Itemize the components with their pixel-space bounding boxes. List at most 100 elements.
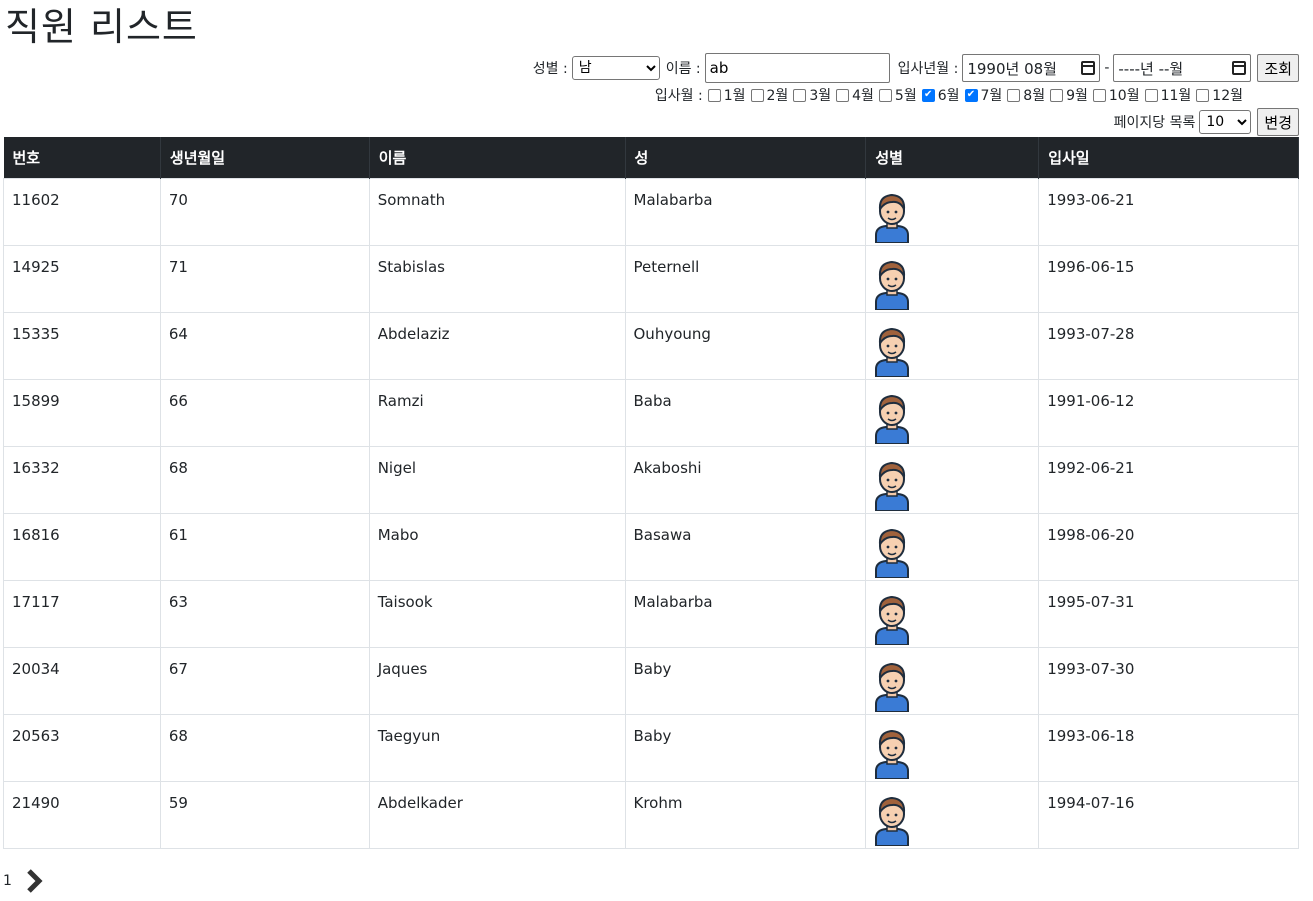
checkbox-unchecked-icon[interactable] <box>1196 88 1210 102</box>
cell-birth: 59 <box>159 780 370 849</box>
month-label: 5월 <box>894 88 917 104</box>
cell-number: 14925 <box>3 244 161 313</box>
cell-gender <box>865 378 1040 447</box>
cell-last-name: Malabarba <box>624 177 867 246</box>
cell-birth: 66 <box>159 378 370 447</box>
month-label: 4월 <box>852 88 874 104</box>
month-label: 6월 <box>937 88 960 104</box>
per-page-select[interactable]: 10 <box>1199 110 1252 134</box>
cell-first-name: Mabo <box>368 512 626 581</box>
cell-first-name: Jaques <box>368 646 626 715</box>
cell-hire-date: 1994-07-16 <box>1038 780 1299 849</box>
male-avatar-icon <box>875 461 910 511</box>
month-checkbox-2[interactable]: 2월 <box>750 85 788 105</box>
checkbox-unchecked-icon[interactable] <box>750 88 764 102</box>
male-avatar-icon <box>875 662 910 712</box>
header-hire-date: 입사일 <box>1038 137 1299 178</box>
hire-to-date-input[interactable]: ----년 --월 <box>1113 54 1252 82</box>
table-row: 15335 64 Abdelaziz Ouhyoung 1993-07-28 <box>3 311 1299 380</box>
checkbox-unchecked-icon[interactable] <box>878 88 892 102</box>
month-label: 9월 <box>1066 88 1088 104</box>
cell-birth: 64 <box>159 311 370 380</box>
checkbox-unchecked-icon[interactable] <box>707 88 721 102</box>
name-label: 이름 : <box>665 61 701 77</box>
cell-first-name: Nigel <box>368 445 626 514</box>
cell-number: 15335 <box>3 311 161 380</box>
range-separator: - <box>1104 60 1110 76</box>
header-birth: 생년월일 <box>160 137 370 178</box>
male-avatar-icon <box>875 193 910 243</box>
hire-from-date-input[interactable]: 1990년 08월 <box>962 54 1101 82</box>
checkbox-unchecked-icon[interactable] <box>1007 88 1021 102</box>
header-last-name: 성 <box>625 137 867 178</box>
cell-hire-date: 1995-07-31 <box>1038 579 1299 648</box>
gender-select[interactable]: 남 <box>571 56 660 80</box>
header-number: 번호 <box>3 137 161 178</box>
checkbox-unchecked-icon[interactable] <box>793 88 807 102</box>
checkbox-unchecked-icon[interactable] <box>1050 88 1064 102</box>
cell-number: 21490 <box>3 780 161 849</box>
cell-birth: 67 <box>159 646 370 715</box>
table-row: 20563 68 Taegyun Baby 1993-06-18 <box>3 713 1299 782</box>
male-avatar-icon <box>875 595 910 645</box>
table-row: 17117 63 Taisook Malabarba 1995-07-31 <box>3 579 1299 648</box>
checkbox-checked-icon[interactable]: ✔ <box>921 88 935 102</box>
cell-first-name: Stabislas <box>368 244 626 313</box>
month-label: 8월 <box>1023 88 1046 104</box>
gender-label: 성별 : <box>532 61 568 77</box>
month-checkbox-list: 1월 2월 3월 4월 5월 ✔ 6월 ✔ 7월 8월 9월 10월 11월 12월 <box>703 85 1243 105</box>
checkbox-unchecked-icon[interactable] <box>836 88 850 102</box>
cell-number: 17117 <box>3 579 161 648</box>
cell-birth: 63 <box>159 579 370 648</box>
table-row: 21490 59 Abdelkader Krohm 1994-07-16 <box>3 780 1299 849</box>
month-checkbox-9[interactable]: 9월 <box>1050 85 1088 105</box>
cell-number: 16332 <box>3 445 161 514</box>
search-button[interactable]: 조회 <box>1257 54 1299 82</box>
cell-hire-date: 1993-06-21 <box>1038 177 1299 246</box>
cell-last-name: Baby <box>624 713 867 782</box>
cell-hire-date: 1993-06-18 <box>1038 713 1299 782</box>
header-first-name: 이름 <box>369 137 626 178</box>
month-checkbox-10[interactable]: 10월 <box>1092 85 1140 105</box>
per-page-label: 페이지당 목록 <box>1113 115 1196 131</box>
checkbox-unchecked-icon[interactable] <box>1092 88 1106 102</box>
calendar-icon[interactable] <box>1232 61 1247 75</box>
cell-last-name: Peternell <box>624 244 867 313</box>
table-header-row: 번호 생년월일 이름 성 성별 입사일 <box>3 137 1299 178</box>
pagination: 1 <box>3 868 44 894</box>
cell-first-name: Taisook <box>368 579 626 648</box>
table-row: 20034 67 Jaques Baby 1993-07-30 <box>3 646 1299 715</box>
change-button[interactable]: 변경 <box>1257 108 1299 136</box>
male-avatar-icon <box>875 260 910 310</box>
search-filter-row: 성별 : 남 이름 : 입사년월 : 1990년 08월 - ----년 --월… <box>527 53 1299 83</box>
chevron-right-icon[interactable] <box>24 868 44 894</box>
month-checkbox-12[interactable]: 12월 <box>1196 85 1243 105</box>
calendar-icon[interactable] <box>1081 61 1096 75</box>
checkbox-unchecked-icon[interactable] <box>1144 88 1158 102</box>
month-checkbox-5[interactable]: 5월 <box>878 85 917 105</box>
month-checkbox-6[interactable]: ✔ 6월 <box>921 85 960 105</box>
male-avatar-icon <box>875 729 910 779</box>
month-checkbox-3[interactable]: 3월 <box>793 85 831 105</box>
cell-hire-date: 1998-06-20 <box>1038 512 1299 581</box>
cell-gender <box>865 780 1040 849</box>
cell-birth: 61 <box>159 512 370 581</box>
per-page-row: 페이지당 목록 10 변경 <box>1108 108 1299 136</box>
month-checkbox-11[interactable]: 11월 <box>1144 85 1191 105</box>
month-checkbox-8[interactable]: 8월 <box>1007 85 1045 105</box>
cell-last-name: Baby <box>624 646 867 715</box>
month-checkbox-1[interactable]: 1월 <box>707 85 746 105</box>
cell-hire-date: 1993-07-30 <box>1038 646 1299 715</box>
month-checkbox-4[interactable]: 4월 <box>836 85 874 105</box>
employee-table-body: 11602 70 Somnath Malabarba 1993-06-21 14925 7… <box>3 177 1299 849</box>
cell-hire-date: 1992-06-21 <box>1038 445 1299 514</box>
month-checkbox-7[interactable]: ✔ 7월 <box>964 85 1002 105</box>
hire-month-label: 입사월 : <box>654 88 703 104</box>
checkbox-checked-icon[interactable]: ✔ <box>964 88 978 102</box>
cell-first-name: Somnath <box>368 177 626 246</box>
table-row: 16816 61 Mabo Basawa 1998-06-20 <box>3 512 1299 581</box>
header-gender: 성별 <box>865 137 1040 178</box>
employee-table: 번호 생년월일 이름 성 성별 입사일 11602 70 Somnath Malaba… <box>3 137 1299 849</box>
name-input[interactable] <box>704 53 890 83</box>
cell-birth: 70 <box>159 177 370 246</box>
